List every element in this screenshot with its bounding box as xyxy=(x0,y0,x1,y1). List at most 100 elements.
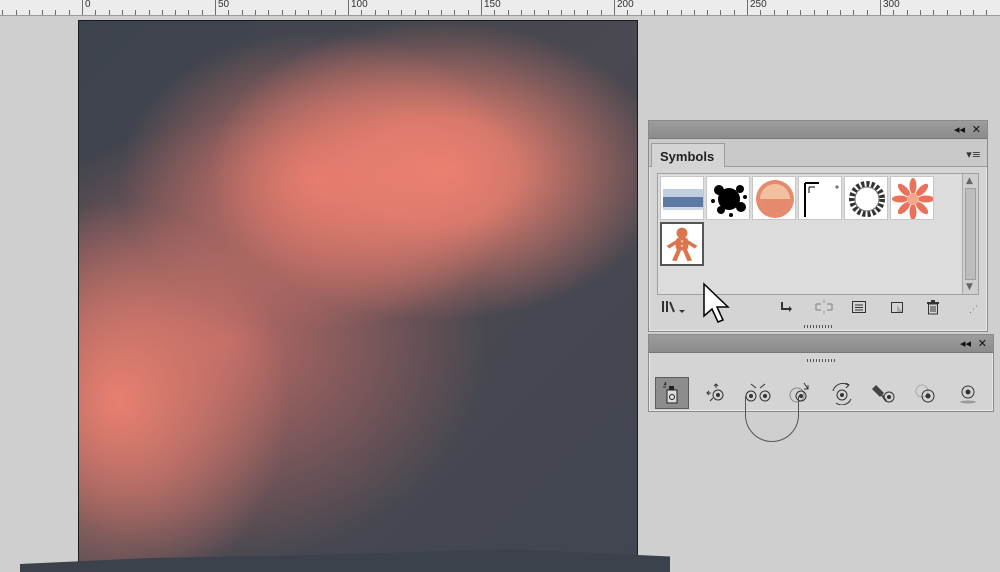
ruler-tick xyxy=(680,10,682,15)
symbol-options-icon[interactable] xyxy=(851,299,867,319)
ruler-tick xyxy=(627,10,629,15)
ruler-tick xyxy=(175,10,177,15)
ruler-tick xyxy=(653,10,655,15)
ruler-tick xyxy=(587,10,589,15)
ruler-tick xyxy=(880,0,881,15)
ruler-tick xyxy=(640,10,642,15)
ruler-tick xyxy=(281,10,283,15)
ruler-tick xyxy=(28,10,30,15)
ghost-symbol-outline xyxy=(745,396,799,442)
artboard-gradient-artwork[interactable] xyxy=(78,20,638,572)
panel-dock-grip[interactable] xyxy=(804,325,832,328)
symbols-tab-row: Symbols ▾≡ xyxy=(649,139,987,167)
ruler-tick xyxy=(813,10,815,15)
ruler-tick xyxy=(614,0,615,15)
tab-symbols[interactable]: Symbols xyxy=(651,143,725,167)
symbol-shifter-icon[interactable] xyxy=(699,377,733,409)
ruler-label: 150 xyxy=(484,0,501,10)
symbols-grid: ▲ ▼ xyxy=(657,173,979,295)
scroll-down-icon[interactable]: ▼ xyxy=(966,282,973,292)
ruler-tick xyxy=(361,10,363,15)
ruler-tick xyxy=(707,10,709,15)
tools-panel-titlebar[interactable]: ◂◂ ✕ xyxy=(649,335,993,353)
ruler-tick xyxy=(427,10,429,15)
corner-crop-symbol-icon[interactable] xyxy=(798,176,842,220)
ruler-tick xyxy=(467,10,469,15)
symbol-styler-icon[interactable] xyxy=(951,377,985,409)
new-symbol-icon[interactable] xyxy=(889,299,905,319)
place-symbol-icon[interactable] xyxy=(779,299,795,319)
ruler-tick xyxy=(387,10,389,15)
ruler-tick xyxy=(268,10,270,15)
symbol-stainer-icon[interactable] xyxy=(867,377,901,409)
symbol-spinner-icon[interactable] xyxy=(825,377,859,409)
ruler-tick xyxy=(853,10,855,15)
orange-button-symbol-icon[interactable] xyxy=(752,176,796,220)
ruler-tick xyxy=(507,10,509,15)
symbol-sprayer-icon[interactable] xyxy=(655,377,689,409)
close-panel-icon[interactable]: ✕ xyxy=(978,338,987,349)
delete-symbol-icon[interactable] xyxy=(925,299,941,319)
flower-symbol-icon[interactable] xyxy=(890,176,934,220)
ruler-tick xyxy=(241,10,243,15)
ruler-tick xyxy=(55,10,57,15)
ruler-tick xyxy=(201,10,203,15)
ruler-tick xyxy=(135,10,137,15)
ruler-tick xyxy=(294,10,296,15)
ruler-tick xyxy=(973,10,975,15)
symbols-panel-bottom-bar: ⋰ xyxy=(649,299,987,321)
ink-splat-symbol-icon[interactable] xyxy=(706,176,750,220)
ruler-tick xyxy=(520,10,522,15)
ruler-tick xyxy=(560,10,562,15)
ruler-tick xyxy=(334,10,336,15)
ruler-tick xyxy=(215,0,216,15)
ruler-tick xyxy=(481,0,482,15)
ruler-tick xyxy=(348,0,349,15)
scroll-up-icon[interactable]: ▲ xyxy=(966,176,973,186)
water-symbol-icon[interactable] xyxy=(660,176,704,220)
ruler-tick xyxy=(866,10,868,15)
symbolism-tools-panel: ◂◂ ✕ xyxy=(648,334,994,412)
gingerbread-symbol-icon[interactable] xyxy=(660,222,704,266)
symbols-panel-titlebar[interactable]: ◂◂ ✕ xyxy=(649,121,987,139)
symbols-scrollbar[interactable]: ▲ ▼ xyxy=(962,174,978,294)
ruler-label: 50 xyxy=(218,0,230,10)
ruler-tick xyxy=(441,10,443,15)
ruler-tick xyxy=(747,0,748,15)
collapse-panel-icon[interactable]: ◂◂ xyxy=(960,338,971,349)
ruler-tick xyxy=(15,10,17,15)
ruler-tick xyxy=(773,10,775,15)
break-link-icon[interactable] xyxy=(813,299,835,319)
ruler-tick xyxy=(600,10,602,15)
ruler-tick xyxy=(919,10,921,15)
ruler-tick xyxy=(148,10,150,15)
ring-pattern-symbol-icon[interactable] xyxy=(844,176,888,220)
scroll-track[interactable] xyxy=(965,188,976,280)
ruler-label: 250 xyxy=(750,0,767,10)
ruler-tick xyxy=(959,10,961,15)
ruler-label: 0 xyxy=(85,0,91,10)
ruler-tick xyxy=(986,10,988,15)
ruler-tick xyxy=(760,10,762,15)
symbol-libraries-icon[interactable] xyxy=(661,299,687,319)
panel-dock-grip[interactable] xyxy=(807,359,835,362)
ruler-tick xyxy=(906,10,908,15)
ruler-tick xyxy=(68,10,70,15)
ruler-tick xyxy=(108,10,110,15)
ruler-tick xyxy=(308,10,310,15)
close-panel-icon[interactable]: ✕ xyxy=(972,124,981,135)
ruler-tick xyxy=(786,10,788,15)
symbol-screener-icon[interactable] xyxy=(909,377,943,409)
ruler-tick xyxy=(228,10,230,15)
collapse-panel-icon[interactable]: ◂◂ xyxy=(954,124,965,135)
ruler-tick xyxy=(121,10,123,15)
mouse-cursor-icon xyxy=(702,282,732,329)
ruler-tick xyxy=(693,10,695,15)
resize-grip-icon[interactable]: ⋰ xyxy=(969,305,978,315)
ruler-tick xyxy=(733,10,735,15)
ruler-tick xyxy=(840,10,842,15)
panel-menu-icon[interactable]: ▾≡ xyxy=(966,148,981,161)
symbols-panel: ◂◂ ✕ Symbols ▾≡ ▲ ▼ ⋰ xyxy=(648,120,988,332)
ruler-tick xyxy=(42,10,44,15)
ruler-tick xyxy=(720,10,722,15)
